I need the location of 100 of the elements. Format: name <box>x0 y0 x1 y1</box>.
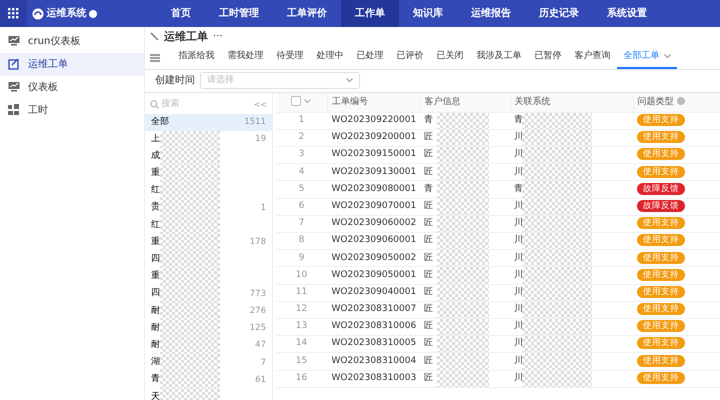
table-cell: 川 <box>510 215 634 232</box>
row-number: 15 <box>276 352 328 370</box>
table-cell: 川 <box>510 370 634 388</box>
tree-item[interactable]: 天 <box>145 388 272 400</box>
tree-item[interactable]: 红 <box>145 216 272 234</box>
redacted-area <box>160 302 220 320</box>
tree-item[interactable]: 贵 1 <box>145 200 272 217</box>
tree-item[interactable]: 四 773 <box>145 286 272 303</box>
table-cell: 匠 <box>420 318 510 336</box>
redacted-area <box>522 130 592 146</box>
row-number: 2 <box>276 129 328 147</box>
redacted-area <box>160 182 220 200</box>
row-number: 9 <box>276 250 328 267</box>
monitor-icon <box>8 81 20 93</box>
logo-icon <box>32 8 44 20</box>
tree-item[interactable]: 重 178 <box>145 234 272 252</box>
row-number: 16 <box>276 370 328 388</box>
table-cell: WO202309070001 <box>328 198 420 216</box>
tree-item[interactable]: 全部 1511 <box>145 114 272 131</box>
nav-tab[interactable]: 历史记录 <box>525 0 593 27</box>
redacted-area <box>437 250 490 266</box>
blocks-icon <box>8 104 20 116</box>
nav-tab[interactable]: 工单评价 <box>273 0 341 27</box>
tab[interactable]: 指派给我 <box>172 46 221 69</box>
tree-item[interactable]: 重 <box>145 268 272 286</box>
tab[interactable]: 我涉及工单 <box>470 46 528 69</box>
table-cell: 川 <box>510 352 634 370</box>
redacted-area <box>522 336 592 352</box>
table-cell: 匠 <box>420 284 510 302</box>
table-cell: WO202309080001 <box>328 180 420 198</box>
nav-tab[interactable]: 工作单 <box>341 0 399 27</box>
tab[interactable]: 客户查询 <box>568 46 617 69</box>
column-header: 工单编号 <box>328 93 420 112</box>
table-cell: WO202309050002 <box>328 250 420 267</box>
tree-item[interactable]: 上 19 <box>145 130 272 148</box>
row-number: 7 <box>276 215 328 232</box>
redacted-area <box>437 302 490 318</box>
tree-item[interactable]: 耐 276 <box>145 302 272 320</box>
redacted-area <box>522 112 592 129</box>
select-all-checkbox[interactable] <box>291 96 302 106</box>
table-cell: WO202309130001 <box>328 164 420 181</box>
table-cell: 匠 <box>420 146 510 164</box>
table-cell: 川 <box>510 266 634 284</box>
tree-item[interactable]: 成 <box>145 148 272 166</box>
table-cell: 青 <box>420 180 510 198</box>
table-cell: WO202308310004 <box>328 352 420 370</box>
table-cell: 川 <box>510 164 634 181</box>
tree-item[interactable]: 重 <box>145 165 272 182</box>
table-cell: 川 <box>510 250 634 267</box>
sidebar-item[interactable]: 工时 <box>0 98 144 122</box>
table-cell: 川 <box>510 318 634 336</box>
table-cell: 川 <box>510 129 634 147</box>
tab[interactable]: 需我处理 <box>221 46 270 69</box>
redacted-area <box>437 370 490 387</box>
redacted-area <box>437 233 490 250</box>
redacted-area <box>437 130 490 146</box>
tab[interactable]: 处理中 <box>310 46 350 69</box>
monitor-icon <box>8 35 20 47</box>
tree-item[interactable]: 耐 125 <box>145 320 272 338</box>
caret-icon <box>346 78 353 84</box>
redacted-area <box>522 302 592 318</box>
sidebar-item[interactable]: 运维工单 <box>0 52 144 76</box>
problem-type-tag: 故障反馈 <box>637 182 686 195</box>
sidebar-item[interactable]: 仪表板 <box>0 76 144 98</box>
nav-tab[interactable]: 首页 <box>157 0 205 27</box>
tab[interactable]: 已关闭 <box>430 46 470 69</box>
nav-tab[interactable]: 知识库 <box>399 0 457 27</box>
tree-item[interactable]: 四 <box>145 251 272 268</box>
collapse-icon[interactable] <box>150 32 159 42</box>
table-cell: WO202309060001 <box>328 232 420 250</box>
more-button[interactable]: ··· <box>213 29 223 44</box>
sidebar-item[interactable]: crun仪表板 <box>0 30 144 52</box>
redacted-area <box>522 164 592 180</box>
table-cell: WO202309220001 <box>328 112 420 130</box>
nav-tab[interactable]: 系统设置 <box>593 0 661 27</box>
tab[interactable]: 已暂停 <box>528 46 568 69</box>
tab[interactable]: 待受理 <box>270 46 310 69</box>
tree-item[interactable]: 耐 47 <box>145 337 272 354</box>
nav-tab[interactable]: 运维报告 <box>457 0 525 27</box>
problem-type-tag: 使用支持 <box>637 303 686 316</box>
tree-item[interactable]: 湖 7 <box>145 354 272 372</box>
tree-item[interactable]: 青 61 <box>145 372 272 389</box>
problem-type-tag: 使用支持 <box>637 148 686 160</box>
redacted-area <box>160 130 220 148</box>
redacted-area <box>160 148 220 166</box>
tab[interactable]: 已处理 <box>350 46 390 69</box>
table-cell: WO202308310007 <box>328 301 420 318</box>
redacted-area <box>437 336 490 352</box>
redacted-area <box>437 216 490 232</box>
table-cell: WO202309150001 <box>328 146 420 164</box>
list-icon[interactable] <box>150 54 160 62</box>
edit-icon <box>8 58 20 70</box>
nav-tab[interactable]: 工时管理 <box>205 0 273 27</box>
menu-button[interactable] <box>0 0 27 27</box>
tab[interactable]: 已评价 <box>390 46 430 69</box>
table-cell: 青 <box>510 112 634 130</box>
tab[interactable]: 全部工单 <box>617 46 677 69</box>
tree-item[interactable]: 红 <box>145 182 272 200</box>
redacted-area <box>160 337 220 354</box>
redacted-area <box>522 147 592 164</box>
